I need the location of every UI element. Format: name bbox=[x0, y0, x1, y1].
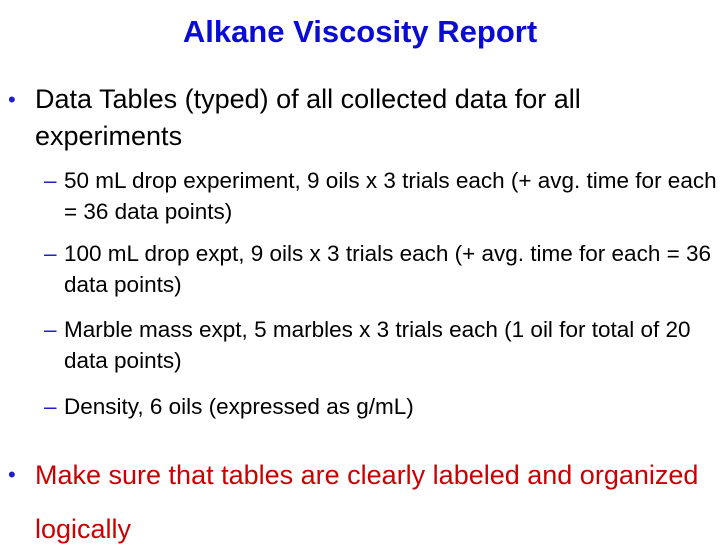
slide-title: Alkane Viscosity Report bbox=[182, 14, 538, 49]
sub-item-100ml-drop: – 100 mL drop expt, 9 oils x 3 trials ea… bbox=[44, 238, 720, 300]
sub-item-text: 100 mL drop expt, 9 oils x 3 trials each… bbox=[64, 241, 712, 297]
sub-item-text: Density, 6 oils (expressed as g/mL) bbox=[64, 394, 414, 419]
dash-icon: – bbox=[44, 394, 57, 419]
sub-item-text: 50 mL drop experiment, 9 oils x 3 trials… bbox=[64, 168, 717, 224]
bullet-icon: • bbox=[8, 462, 16, 487]
dash-icon: – bbox=[44, 317, 57, 342]
bullet-data-tables: • Data Tables (typed) of all collected d… bbox=[8, 81, 698, 155]
sub-item-marble-mass: – Marble mass expt, 5 marbles x 3 trials… bbox=[44, 314, 720, 376]
sub-item-density: – Density, 6 oils (expressed as g/mL) bbox=[44, 391, 720, 422]
bullet-icon: • bbox=[8, 87, 16, 112]
bullet-text: Data Tables (typed) of all collected dat… bbox=[35, 84, 581, 151]
dash-icon: – bbox=[44, 168, 57, 193]
dash-icon: – bbox=[44, 241, 57, 266]
sub-item-50ml-drop: – 50 mL drop experiment, 9 oils x 3 tria… bbox=[44, 165, 720, 227]
sub-item-text: Marble mass expt, 5 marbles x 3 trials e… bbox=[64, 317, 691, 373]
